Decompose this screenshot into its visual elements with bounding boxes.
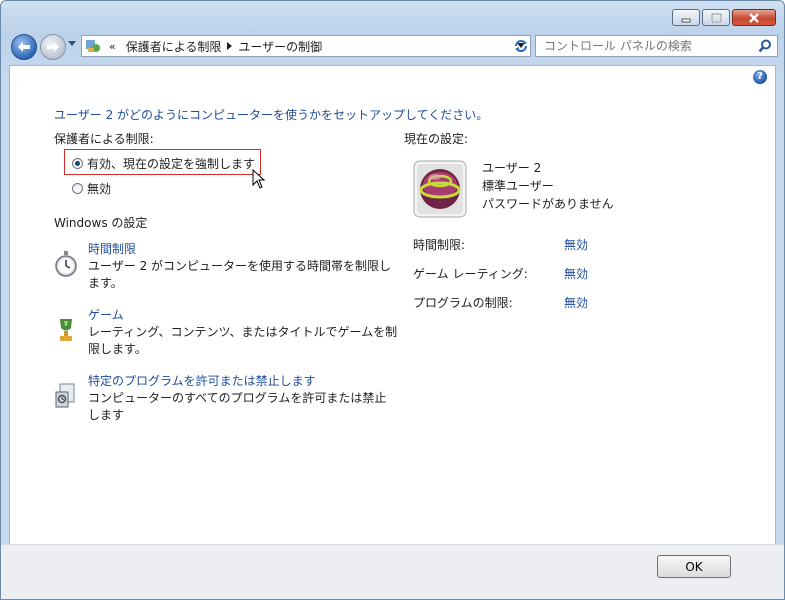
section-time-limits: 時間制限 ユーザー 2 がコンピューターを使用する時間帯を制限します。: [54, 240, 399, 292]
status-program-limits-value: 無効: [564, 296, 589, 310]
status-time-limits-label: 時間制限:: [413, 238, 466, 252]
games-link[interactable]: ゲーム: [88, 306, 124, 323]
navigation-bar: « 保護者による制限 ユーザーの制御: [9, 32, 778, 62]
section-programs: 特定のプログラムを許可または禁止します コンピューターのすべてのプログラムを許可…: [54, 372, 399, 424]
status-game-ratings-value: 無効: [564, 267, 589, 281]
window: « 保護者による制限 ユーザーの制御 ? ユーザー 2 がどのようにコンピュータ…: [0, 0, 785, 600]
content-panel: ? ユーザー 2 がどのようにコンピューターを使うかをセットアップしてください。…: [9, 65, 776, 545]
user-avatar: [413, 160, 467, 218]
ok-button[interactable]: OK: [657, 555, 731, 578]
close-button[interactable]: [732, 9, 776, 26]
games-description: レーティング、コンテンツ、またはタイトルでゲームを制限します。: [88, 325, 398, 356]
maximize-icon: [710, 12, 722, 23]
windows-settings-heading: Windows の設定: [54, 216, 148, 230]
status-game-ratings-label: ゲーム レーティング:: [413, 267, 528, 281]
history-dropdown-icon[interactable]: [68, 41, 76, 47]
address-bar[interactable]: « 保護者による制限 ユーザーの制御: [81, 35, 531, 57]
page-title: ユーザー 2 がどのようにコンピューターを使うかをセットアップしてください。: [54, 108, 489, 122]
status-program-limits: プログラムの制限: 無効: [413, 294, 613, 311]
user-name: ユーザー 2: [482, 161, 542, 175]
back-button[interactable]: [11, 34, 37, 60]
minimize-button[interactable]: [672, 9, 700, 26]
refresh-button[interactable]: [510, 35, 532, 57]
user-type: 標準ユーザー: [482, 179, 554, 193]
mouse-cursor-icon: [252, 169, 266, 189]
programs-icon: [55, 383, 75, 408]
refresh-icon: [515, 40, 527, 52]
breadcrumb-user-controls[interactable]: ユーザーの制御: [238, 38, 322, 55]
search-box[interactable]: [535, 35, 778, 57]
close-icon: [749, 12, 759, 23]
back-arrow-icon: [18, 42, 30, 52]
time-limits-description: ユーザー 2 がコンピューターを使用する時間帯を制限します。: [88, 259, 392, 290]
radio-on[interactable]: 有効、現在の設定を強制します: [72, 155, 255, 172]
radio-off[interactable]: 無効: [72, 180, 111, 197]
breadcrumb-separator-icon[interactable]: [227, 42, 233, 50]
forward-button[interactable]: [40, 34, 66, 60]
radio-on-label[interactable]: 有効、現在の設定を強制します: [87, 155, 255, 172]
programs-description: コンピューターのすべてのプログラムを許可または禁止します: [88, 391, 387, 422]
search-input[interactable]: [542, 38, 756, 54]
stopwatch-icon: [55, 251, 77, 277]
user-info: ユーザー 2 標準ユーザー パスワードがありません: [482, 159, 614, 213]
caption-buttons: [672, 9, 776, 26]
button-bar: OK: [1, 544, 784, 599]
control-panel-icon: [86, 40, 100, 52]
minimize-icon: [681, 18, 691, 22]
help-icon[interactable]: ?: [753, 70, 767, 84]
time-limits-link[interactable]: 時間制限: [88, 240, 136, 257]
radio-off-label[interactable]: 無効: [87, 180, 111, 197]
forward-arrow-icon: [47, 42, 59, 52]
game-trophy-icon: [60, 319, 72, 341]
search-icon[interactable]: [758, 39, 772, 53]
radio-off-indicator[interactable]: [72, 183, 83, 194]
parental-controls-label: 保護者による制限:: [54, 132, 154, 146]
status-time-limits-value: 無効: [564, 238, 589, 252]
status-program-limits-label: プログラムの制限:: [413, 296, 513, 310]
user-password-status: パスワードがありません: [482, 197, 614, 211]
section-games: ゲーム レーティング、コンテンツ、またはタイトルでゲームを制限します。: [54, 306, 399, 358]
status-game-ratings: ゲーム レーティング: 無効: [413, 265, 613, 282]
programs-link[interactable]: 特定のプログラムを許可または禁止します: [88, 372, 316, 389]
breadcrumb-overflow[interactable]: «: [109, 40, 116, 53]
maximize-button[interactable]: [702, 9, 730, 26]
radio-on-indicator[interactable]: [72, 158, 83, 169]
current-settings-heading: 現在の設定:: [404, 132, 469, 146]
breadcrumb-parental-controls[interactable]: 保護者による制限: [126, 38, 222, 55]
status-time-limits: 時間制限: 無効: [413, 236, 613, 253]
